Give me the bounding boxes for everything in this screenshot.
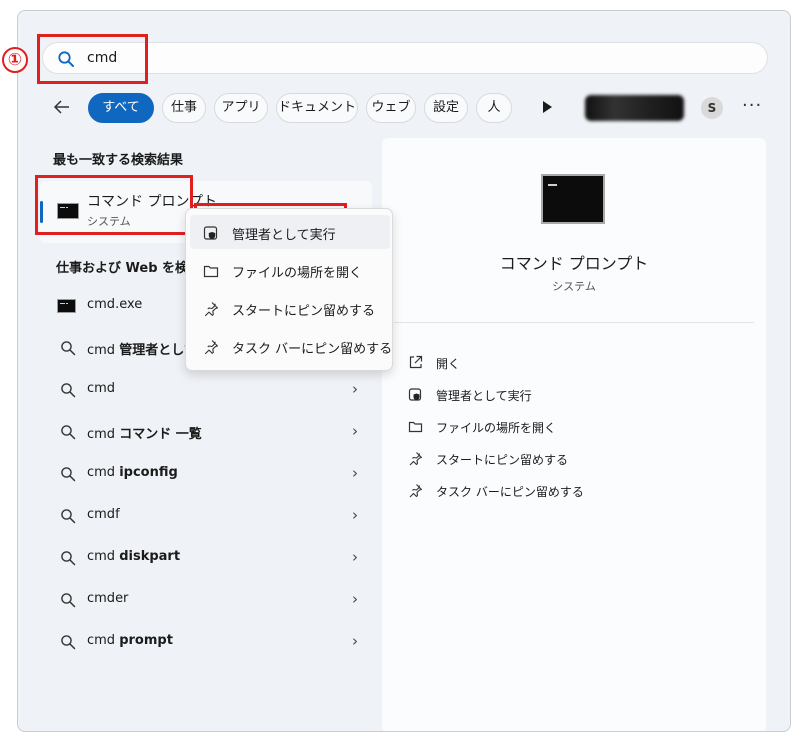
blurred-account-info bbox=[585, 95, 684, 121]
search-icon bbox=[61, 425, 76, 440]
preview-title: コマンド プロンプト bbox=[499, 254, 649, 273]
cmd-large-icon bbox=[541, 174, 605, 224]
pin-icon bbox=[409, 484, 423, 498]
preview-action-pin-taskbar[interactable]: タスク バーにピン留めする bbox=[408, 480, 708, 502]
pin-icon bbox=[204, 302, 219, 317]
search-icon bbox=[61, 509, 76, 524]
chevron-right-icon[interactable]: › bbox=[352, 590, 358, 608]
result-row[interactable]: cmder › bbox=[40, 580, 372, 620]
filter-chip-all[interactable]: すべて bbox=[88, 93, 154, 123]
search-box[interactable]: cmd bbox=[42, 42, 768, 74]
preview-action-open-location[interactable]: ファイルの場所を開く bbox=[408, 416, 708, 438]
pin-icon bbox=[409, 452, 423, 466]
preview-pane: コマンド プロンプト システム 開く 管理者として実行 ファイルの場所を開く ス… bbox=[382, 138, 766, 731]
filter-chip-documents[interactable]: ドキュメント bbox=[276, 93, 358, 123]
search-icon bbox=[61, 341, 76, 356]
filter-chip-people[interactable]: 人 bbox=[476, 93, 512, 123]
context-menu: 管理者として実行 ファイルの場所を開く スタートにピン留めする タスク バーにピ… bbox=[185, 208, 393, 371]
filter-chip-apps[interactable]: アプリ bbox=[214, 93, 268, 123]
result-row[interactable]: cmdf › bbox=[40, 496, 372, 536]
preview-action-open[interactable]: 開く bbox=[408, 352, 708, 374]
open-external-icon bbox=[409, 355, 423, 369]
pin-icon bbox=[204, 340, 219, 355]
menu-item-label: 管理者として実行 bbox=[232, 228, 336, 243]
filter-chip-settings[interactable]: 設定 bbox=[424, 93, 468, 123]
result-label: cmdf bbox=[87, 507, 120, 522]
search-icon bbox=[58, 51, 74, 67]
filter-bar: すべて 仕事 アプリ ドキュメント ウェブ 設定 人 S ··· bbox=[42, 93, 772, 123]
menu-item-run-as-admin[interactable]: 管理者として実行 bbox=[190, 215, 390, 249]
result-label-bold: diskpart bbox=[119, 549, 181, 564]
more-options-icon[interactable]: ··· bbox=[742, 95, 762, 116]
divider bbox=[394, 322, 754, 323]
preview-action-label: スタートにピン留めする bbox=[436, 453, 569, 467]
cmd-icon bbox=[57, 203, 79, 219]
menu-item-pin-to-taskbar[interactable]: タスク バーにピン留めする bbox=[190, 329, 393, 363]
result-label-bold: コマンド 一覧 bbox=[119, 427, 202, 442]
preview-action-label: タスク バーにピン留めする bbox=[436, 485, 584, 499]
result-row[interactable]: cmd ipconfig › bbox=[40, 454, 372, 494]
admin-shield-icon bbox=[408, 388, 422, 401]
menu-item-pin-to-start[interactable]: スタートにピン留めする bbox=[190, 291, 390, 325]
result-row[interactable]: cmd › bbox=[40, 370, 372, 410]
result-label: cmd.exe bbox=[87, 297, 143, 312]
result-label-bold: ipconfig bbox=[119, 465, 178, 480]
chevron-right-icon[interactable]: › bbox=[352, 422, 358, 440]
step-number-marker: ① bbox=[2, 47, 28, 73]
menu-item-open-file-location[interactable]: ファイルの場所を開く bbox=[190, 253, 390, 287]
search-icon bbox=[61, 467, 76, 482]
play-icon[interactable] bbox=[540, 99, 554, 115]
result-row[interactable]: cmd diskpart › bbox=[40, 538, 372, 578]
preview-action-label: 管理者として実行 bbox=[436, 389, 532, 403]
back-arrow-icon[interactable] bbox=[52, 97, 74, 119]
result-label-bold: prompt bbox=[119, 633, 173, 648]
admin-shield-icon bbox=[203, 226, 218, 240]
search-icon bbox=[61, 383, 76, 398]
result-label: cmd bbox=[87, 381, 116, 396]
chevron-right-icon[interactable]: › bbox=[352, 380, 358, 398]
chevron-right-icon[interactable]: › bbox=[352, 464, 358, 482]
start-search-panel: cmd すべて 仕事 アプリ ドキュメント ウェブ 設定 人 S ··· 最も一… bbox=[17, 10, 791, 732]
selection-indicator bbox=[40, 201, 43, 223]
filter-chip-web[interactable]: ウェブ bbox=[366, 93, 416, 123]
filter-chip-work[interactable]: 仕事 bbox=[162, 93, 206, 123]
avatar[interactable]: S bbox=[701, 97, 723, 119]
result-row[interactable]: cmd コマンド 一覧 › bbox=[40, 412, 372, 452]
preview-action-label: 開く bbox=[436, 357, 461, 371]
menu-item-label: スタートにピン留めする bbox=[232, 304, 376, 319]
search-icon bbox=[61, 593, 76, 608]
preview-action-run-as-admin[interactable]: 管理者として実行 bbox=[408, 384, 708, 406]
web-search-heading: 仕事および Web を検索 bbox=[56, 261, 202, 276]
preview-action-label: ファイルの場所を開く bbox=[436, 421, 557, 435]
result-label: cmd bbox=[87, 549, 120, 564]
best-match-heading: 最も一致する検索結果 bbox=[53, 153, 184, 168]
chevron-right-icon[interactable]: › bbox=[352, 548, 358, 566]
folder-icon bbox=[408, 421, 423, 433]
cmd-icon bbox=[57, 299, 76, 313]
result-label: cmder bbox=[87, 591, 129, 606]
chevron-right-icon[interactable]: › bbox=[352, 632, 358, 650]
best-match-subtitle: システム bbox=[87, 215, 131, 228]
preview-action-pin-start[interactable]: スタートにピン留めする bbox=[408, 448, 708, 470]
search-icon bbox=[61, 635, 76, 650]
preview-subtitle: システム bbox=[552, 280, 596, 293]
result-label: cmd bbox=[87, 343, 120, 358]
result-label: cmd bbox=[87, 465, 120, 480]
search-input[interactable]: cmd bbox=[87, 50, 117, 66]
search-icon bbox=[61, 551, 76, 566]
chevron-right-icon[interactable]: › bbox=[352, 506, 358, 524]
result-label: cmd bbox=[87, 633, 120, 648]
menu-item-label: ファイルの場所を開く bbox=[232, 266, 363, 281]
menu-item-label: タスク バーにピン留めする bbox=[232, 342, 393, 357]
result-row[interactable]: cmd prompt › bbox=[40, 622, 372, 662]
folder-icon bbox=[203, 265, 219, 278]
result-label: cmd bbox=[87, 427, 120, 442]
